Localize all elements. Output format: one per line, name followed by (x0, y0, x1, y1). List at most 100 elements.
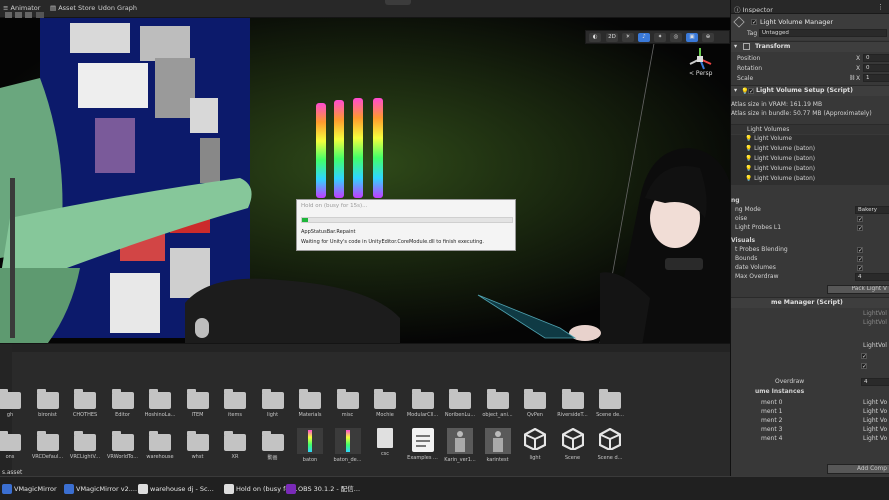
update-volumes-checkbox[interactable]: ✓ (857, 265, 863, 272)
list-item[interactable]: VRCLightV... (66, 431, 104, 460)
tab-animator[interactable]: ≡ Animator (3, 4, 40, 12)
add-component-button[interactable]: Add Comp (827, 464, 889, 474)
audio-toggle-icon[interactable]: ♪ (638, 33, 650, 42)
element-ref[interactable]: Light Vo (863, 417, 887, 424)
list-item-label: VRWorldTo... (107, 454, 138, 460)
taskbar-item[interactable]: VMagicMirror v2.... (62, 477, 137, 500)
inspector-menu-icon[interactable]: ⋮ (877, 3, 884, 11)
list-item[interactable]: gh (0, 389, 29, 418)
list-item[interactable]: Materials (291, 389, 329, 418)
visuals-section-title: Visuals (731, 237, 756, 244)
list-item[interactable]: misc (329, 389, 367, 418)
list-item[interactable]: 💡 Light Volume (baton) (745, 146, 815, 152)
scene-side-scrollbar[interactable] (10, 178, 15, 338)
fix-probes-checkbox[interactable]: ✓ (857, 225, 863, 232)
setup-enabled-checkbox[interactable]: ✓ (748, 88, 754, 95)
list-item[interactable]: object_ani... (479, 389, 517, 418)
scale-x-field[interactable]: 1 (863, 74, 889, 82)
list-item[interactable]: VRWorldTo... (104, 431, 142, 460)
list-item[interactable]: CHOTHES (66, 389, 104, 418)
manager-ref-3[interactable]: LightVol (863, 342, 887, 349)
list-item[interactable]: baton (291, 428, 329, 463)
manager-ref-2[interactable]: LightVol (863, 319, 887, 326)
element-label: ment 3 (761, 426, 783, 433)
list-item[interactable]: XR (216, 431, 254, 460)
denoise-checkbox[interactable]: ✓ (857, 216, 863, 223)
taskbar-item[interactable]: warehouse dj - Sc... (136, 477, 214, 500)
transform-header[interactable]: ▾ Transform (731, 41, 889, 52)
camera-settings-icon[interactable]: ▣ (686, 33, 698, 42)
scale-link-icon[interactable]: ⛓ (849, 75, 855, 81)
inspector-tab[interactable]: ⓘ Inspector (734, 4, 773, 13)
list-item[interactable]: warehouse (141, 431, 179, 460)
element-ref[interactable]: Light Vo (863, 408, 887, 415)
bounds-row: Bounds ✓ (731, 255, 889, 264)
list-item[interactable]: Scene de... (591, 389, 629, 418)
manager-script-header[interactable]: me Manager (Script) (731, 297, 889, 308)
taskbar-item[interactable]: VMagicMirror (0, 477, 57, 500)
list-item[interactable]: RiversideT... (554, 389, 592, 418)
persp-label[interactable]: < Persp (689, 70, 712, 77)
list-item[interactable]: Examples ... (404, 428, 442, 461)
list-item[interactable]: karintest (479, 428, 517, 463)
folder-icon (36, 389, 59, 409)
list-item[interactable]: ITEM (179, 389, 217, 418)
element-ref[interactable]: Light Vo (863, 399, 887, 406)
list-item[interactable]: whst (179, 431, 217, 460)
scene-view[interactable]: ◐ 2D ☀ ♪ ✦ ◎ ▣ ⊕ < Persp (0, 18, 730, 343)
list-item[interactable]: 💡 Light Volume (baton) (745, 176, 815, 182)
position-x-field[interactable]: 0 (863, 54, 889, 62)
list-item[interactable]: 動画 (254, 431, 292, 461)
taskbar-item[interactable]: OBS 30.1.2 - 配信... (284, 477, 360, 500)
manager-checkbox-1[interactable]: ✓ (861, 353, 867, 360)
list-item[interactable]: NoribenLu... (441, 389, 479, 418)
bounds-checkbox[interactable]: ✓ (857, 256, 863, 263)
draw-mode-icon[interactable]: ◐ (589, 33, 601, 42)
list-item[interactable]: Editor (104, 389, 142, 418)
list-item[interactable]: ons (0, 431, 29, 460)
list-item[interactable]: HoshinoLa... (141, 389, 179, 418)
effects-toggle-icon[interactable]: ✦ (654, 33, 666, 42)
pack-light-volumes-button[interactable]: Pack Light V (827, 285, 889, 294)
list-item[interactable]: 💡 Light Volume (baton) (745, 156, 815, 162)
list-item[interactable]: Scene d... (591, 427, 629, 461)
baking-mode-dropdown[interactable]: Bakery (855, 206, 889, 214)
list-item[interactable]: light (516, 427, 554, 461)
list-item[interactable]: 💡 Light Volume (baton) (745, 166, 815, 172)
list-item[interactable]: VRCDefaul... (29, 431, 67, 460)
tab-asset-store[interactable]: ▤ Asset Store (50, 4, 95, 12)
list-item[interactable]: baton_de... (329, 428, 367, 463)
list-item[interactable]: ModularCll... (404, 389, 442, 418)
probes-blending-checkbox[interactable]: ✓ (857, 247, 863, 254)
mode-2d-button[interactable]: 2D (606, 33, 618, 42)
list-item[interactable]: Scene (554, 427, 592, 461)
list-item[interactable]: Mochie (366, 389, 404, 418)
manager-checkbox-2[interactable]: ✓ (861, 363, 867, 370)
list-item[interactable]: csc (366, 428, 404, 457)
object-active-checkbox[interactable]: ✓ (751, 19, 757, 26)
manager-ref-1[interactable]: LightVol (863, 310, 887, 317)
max-overdraw-field[interactable]: 4 (855, 273, 889, 281)
rotation-x-field[interactable]: 0 (863, 64, 889, 72)
list-item[interactable]: Karin_ver1... (441, 428, 479, 463)
setup-script-header[interactable]: ▾ 💡 ✓ Light Volume Setup (Script) (731, 85, 889, 96)
list-item-label: HoshinoLa... (144, 412, 176, 418)
list-item[interactable]: QvPen (516, 389, 554, 418)
list-item[interactable]: light (254, 389, 292, 418)
tab-udon-graph[interactable]: Udon Graph (98, 4, 137, 12)
play-controls[interactable] (385, 0, 411, 5)
list-item[interactable]: items (216, 389, 254, 418)
manager-overdraw-field[interactable]: 4 (861, 378, 889, 386)
list-item[interactable]: 💡 Light Volume (745, 136, 792, 142)
list-item-label: Examples ... (407, 455, 438, 461)
gizmos-icon[interactable]: ⊕ (702, 33, 714, 42)
object-name[interactable]: Light Volume Manager (760, 18, 833, 26)
app-icon (138, 484, 148, 494)
lighting-toggle-icon[interactable]: ☀ (622, 33, 634, 42)
list-item[interactable]: bironist (29, 389, 67, 418)
element-ref[interactable]: Light Vo (863, 435, 887, 442)
orientation-gizmo[interactable] (687, 46, 713, 72)
element-ref[interactable]: Light Vo (863, 426, 887, 433)
hidden-objects-icon[interactable]: ◎ (670, 33, 682, 42)
tag-dropdown[interactable]: Untagged (759, 29, 887, 37)
